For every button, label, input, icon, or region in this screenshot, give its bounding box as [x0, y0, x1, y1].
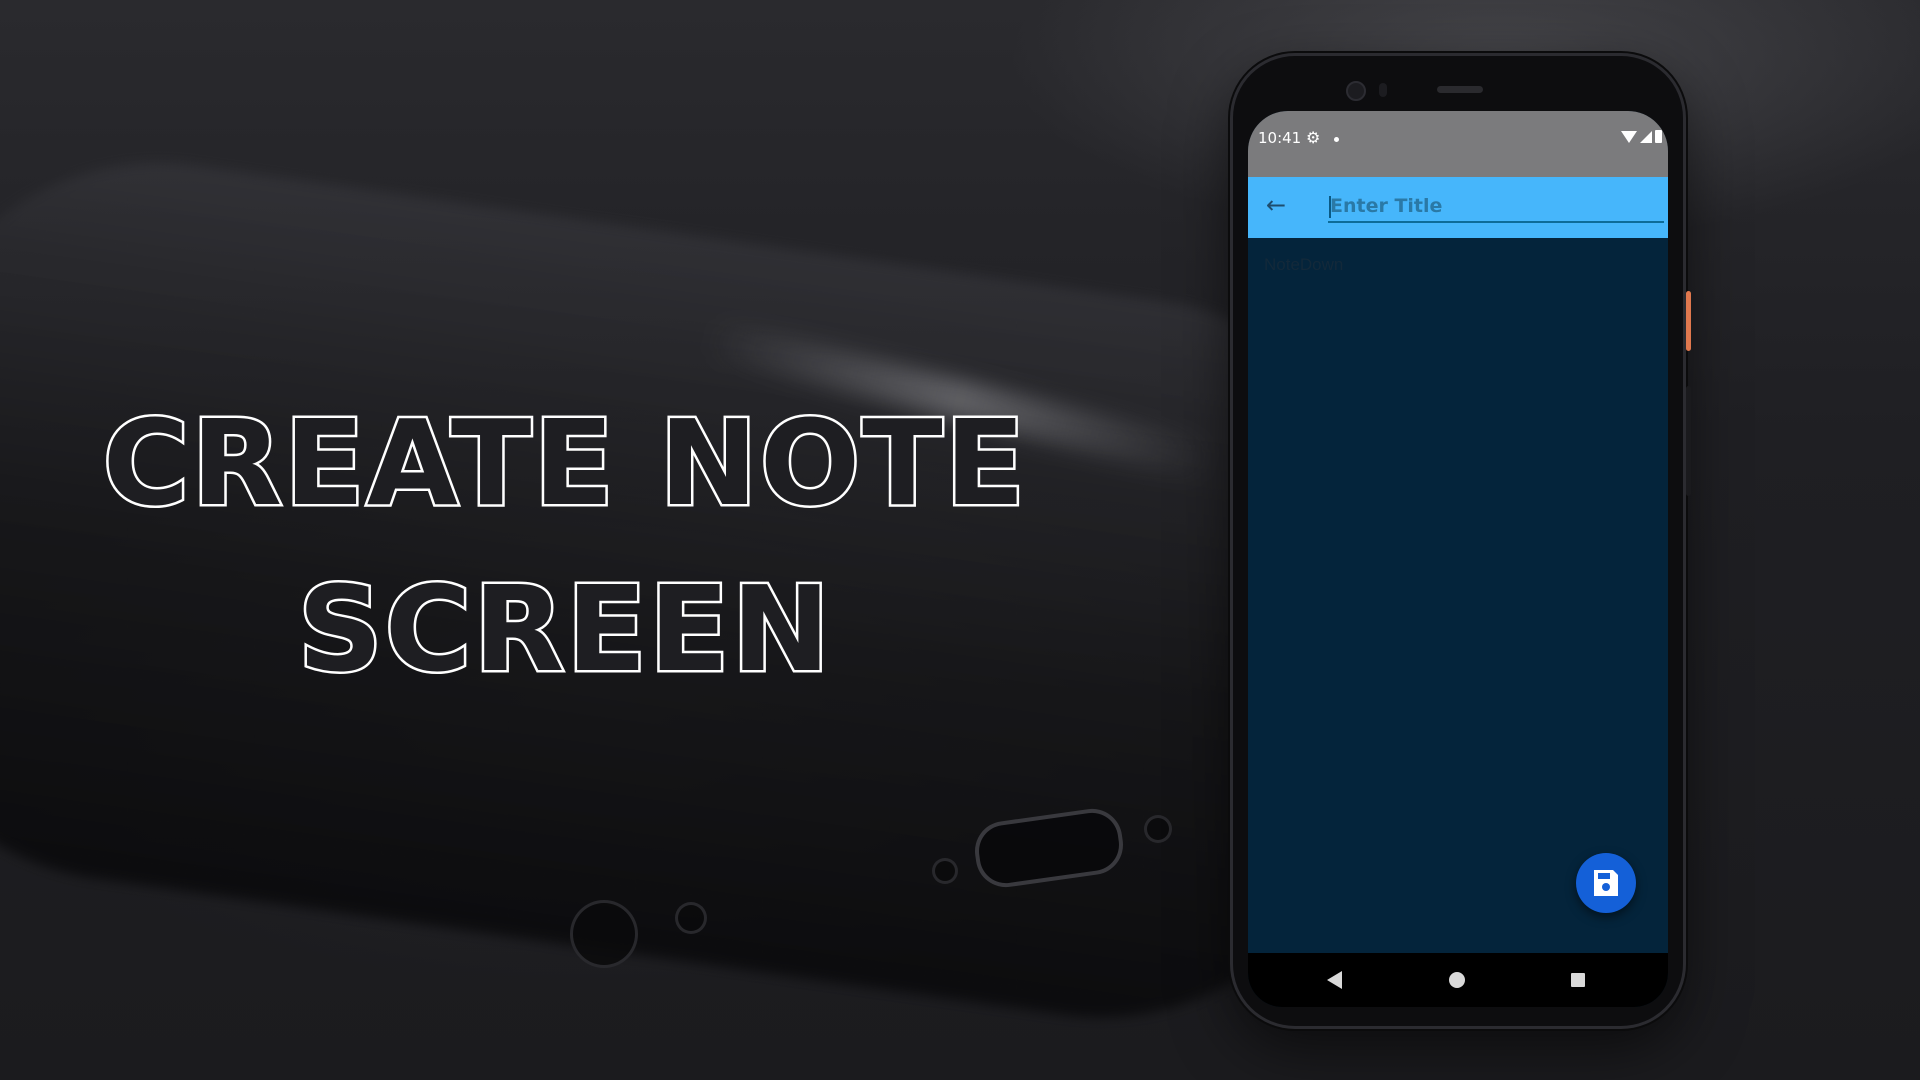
- front-camera: [1346, 81, 1366, 101]
- note-body-input[interactable]: [1262, 253, 1656, 817]
- wifi-icon: [1621, 130, 1637, 143]
- background-hole: [1144, 815, 1172, 843]
- nav-back-icon[interactable]: [1327, 971, 1342, 989]
- nav-home-icon[interactable]: [1449, 972, 1465, 988]
- headline-line-1: CREATE NOTE: [100, 392, 1028, 535]
- gear-icon: ⚙: [1306, 128, 1321, 147]
- save-icon: [1594, 870, 1618, 896]
- phone-frame: 10:41 ⚙ ←: [1233, 56, 1691, 1026]
- status-bar: 10:41 ⚙: [1248, 111, 1668, 177]
- battery-icon: [1655, 130, 1662, 143]
- status-time: 10:41: [1258, 129, 1302, 147]
- background-hole: [932, 858, 958, 884]
- status-icons: [1621, 130, 1662, 143]
- signal-icon: [1640, 130, 1652, 143]
- arrow-left-icon[interactable]: ←: [1266, 191, 1286, 219]
- title-input[interactable]: [1328, 191, 1664, 223]
- power-button: [1686, 291, 1691, 351]
- sensor: [1379, 83, 1387, 97]
- notification-dot-icon: [1334, 137, 1339, 142]
- background-hole: [675, 902, 707, 934]
- navigation-bar: [1248, 953, 1668, 1007]
- volume-button: [1686, 386, 1691, 496]
- nav-recents-icon[interactable]: [1571, 973, 1585, 987]
- save-button[interactable]: [1576, 853, 1636, 913]
- headline: CREATE NOTE SCREEN: [90, 380, 1040, 712]
- headline-line-2: SCREEN: [295, 558, 833, 701]
- app-bar: ←: [1248, 177, 1668, 238]
- earpiece-speaker: [1437, 86, 1483, 93]
- phone-screen: 10:41 ⚙ ←: [1248, 111, 1668, 1007]
- background-hole: [570, 900, 638, 968]
- text-cursor: [1329, 196, 1331, 218]
